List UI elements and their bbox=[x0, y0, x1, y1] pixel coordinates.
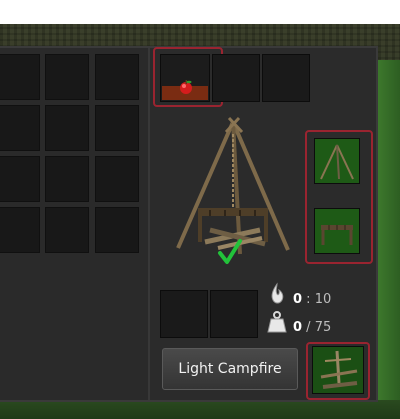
inventory-slot[interactable] bbox=[0, 105, 40, 151]
cooking-max: 75 bbox=[314, 320, 332, 335]
cooking-slot-2[interactable] bbox=[212, 54, 260, 102]
fuel-current: 0 bbox=[293, 292, 303, 307]
cooking-separator: / bbox=[302, 320, 315, 335]
fuel-flame-icon bbox=[271, 282, 284, 304]
recipe-slot-tripod[interactable] bbox=[314, 138, 360, 184]
inventory-slot[interactable] bbox=[45, 207, 89, 253]
weight-icon bbox=[267, 311, 287, 333]
fuel-slot-2[interactable] bbox=[210, 290, 258, 338]
inventory-slot[interactable] bbox=[45, 54, 89, 100]
fuel-slot-1[interactable] bbox=[160, 290, 208, 338]
tripod-icon bbox=[320, 144, 354, 180]
grass-edge bbox=[376, 60, 400, 400]
inventory-slot[interactable] bbox=[95, 156, 139, 202]
fuel-separator: : bbox=[302, 292, 315, 307]
cooking-counter: 0 / 75 bbox=[293, 320, 331, 335]
fuel-max: 10 bbox=[314, 292, 332, 307]
grass-floor bbox=[0, 400, 400, 419]
recipe-slot-grill[interactable] bbox=[314, 208, 360, 254]
inventory-slot[interactable] bbox=[0, 54, 40, 100]
cooking-slot-3[interactable] bbox=[262, 54, 310, 102]
grill-rack-icon bbox=[321, 225, 353, 245]
inventory-slot[interactable] bbox=[0, 156, 40, 202]
inventory-slot[interactable] bbox=[45, 105, 89, 151]
cooking-current: 0 bbox=[293, 320, 303, 335]
inventory-slot[interactable] bbox=[95, 54, 139, 100]
player-inventory-grid bbox=[0, 48, 150, 400]
inventory-slot[interactable] bbox=[95, 105, 139, 151]
inventory-slot[interactable] bbox=[0, 207, 40, 253]
inventory-slot[interactable] bbox=[45, 156, 89, 202]
tool-slot[interactable] bbox=[312, 346, 364, 394]
fuel-counter: 0 : 10 bbox=[293, 292, 331, 307]
inventory-slot[interactable] bbox=[95, 207, 139, 253]
fire-drill-icon bbox=[320, 350, 358, 389]
checkmark-icon bbox=[218, 239, 242, 264]
light-campfire-button[interactable]: Light Campfire bbox=[162, 348, 298, 390]
